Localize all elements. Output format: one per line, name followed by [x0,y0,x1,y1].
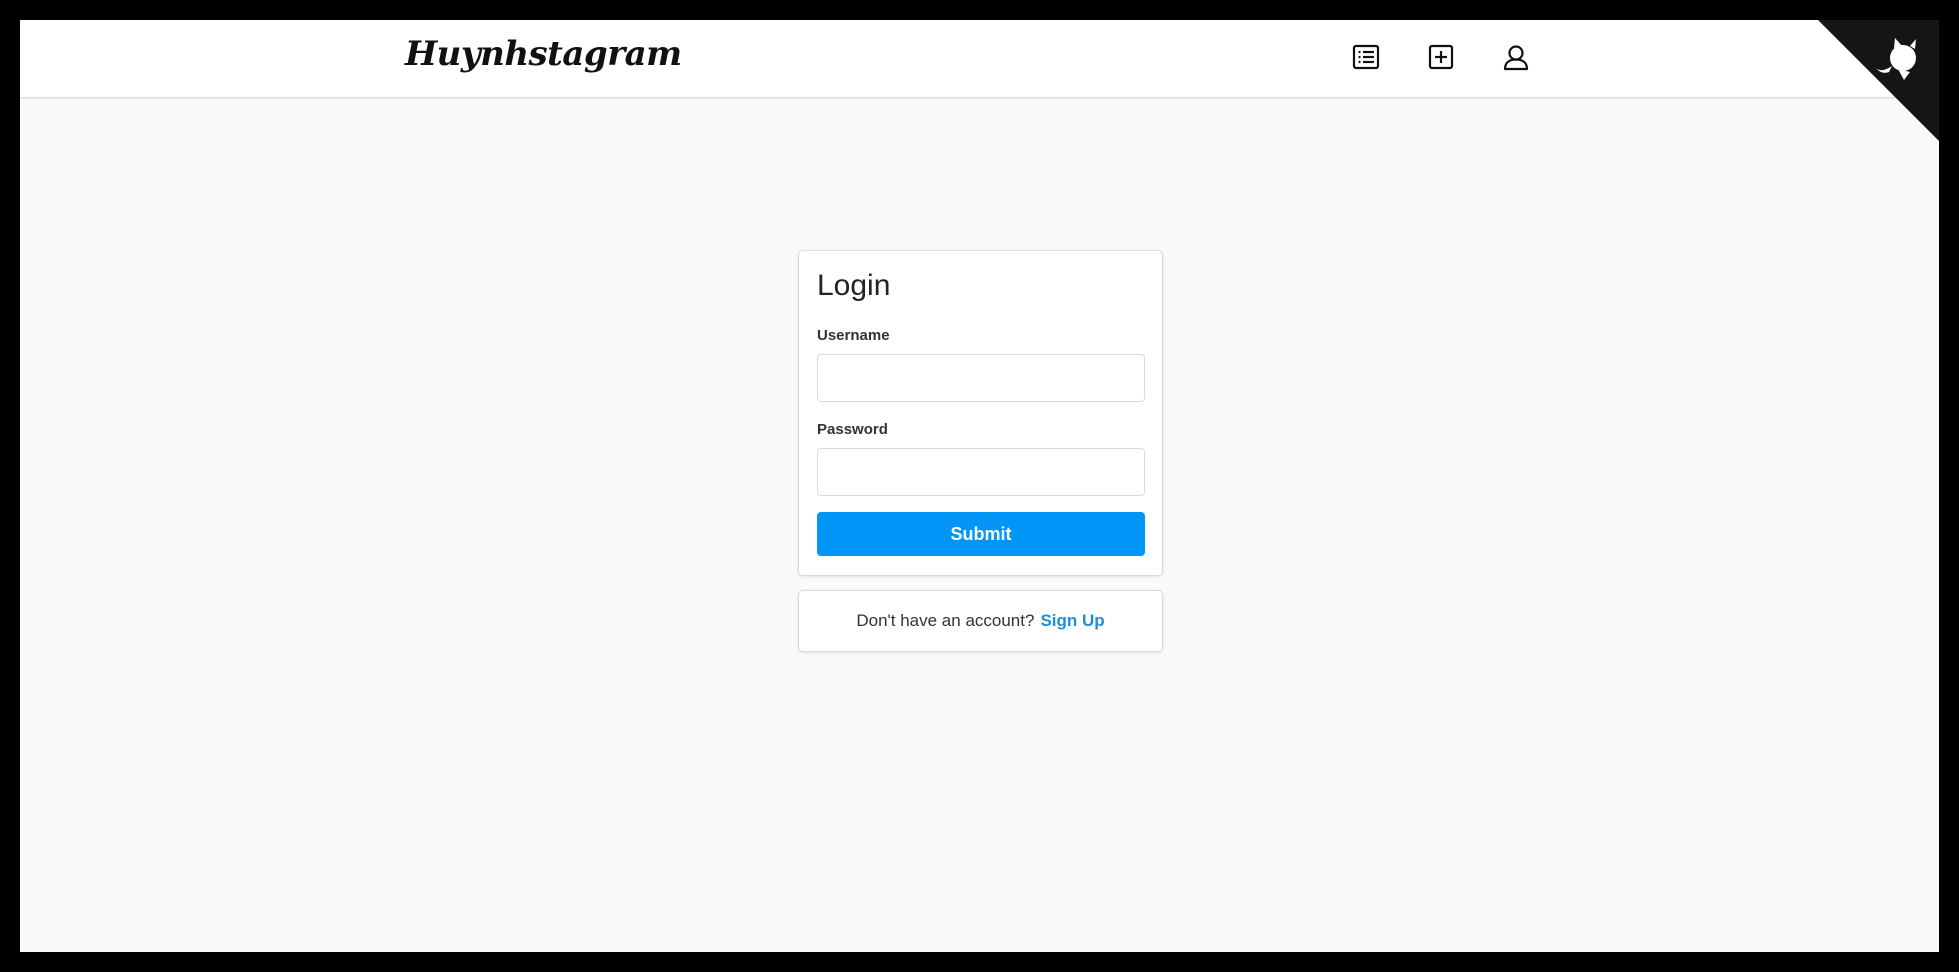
username-label: Username [817,327,890,344]
signup-prompt: Don't have an account? [856,611,1035,630]
password-input[interactable] [817,448,1145,496]
password-label: Password [817,421,888,438]
username-input[interactable] [817,354,1145,402]
app-viewport: Huynhstagram Login Username Password Sub… [20,20,1939,952]
top-navbar: Huynhstagram [20,20,1939,98]
login-title: Login [817,269,891,302]
signup-link[interactable]: Sign Up [1040,611,1104,631]
github-corner-link[interactable] [1818,20,1939,141]
signup-card: Don't have an account? Sign Up [798,590,1163,652]
login-card: Login Username Password Submit [798,250,1163,576]
submit-button[interactable]: Submit [817,512,1145,556]
brand-logo[interactable]: Huynhstagram [405,34,682,74]
github-octocat-icon [1818,20,1939,141]
profile-icon[interactable] [1499,40,1533,74]
add-post-icon[interactable] [1424,40,1458,74]
feed-list-icon[interactable] [1349,40,1383,74]
